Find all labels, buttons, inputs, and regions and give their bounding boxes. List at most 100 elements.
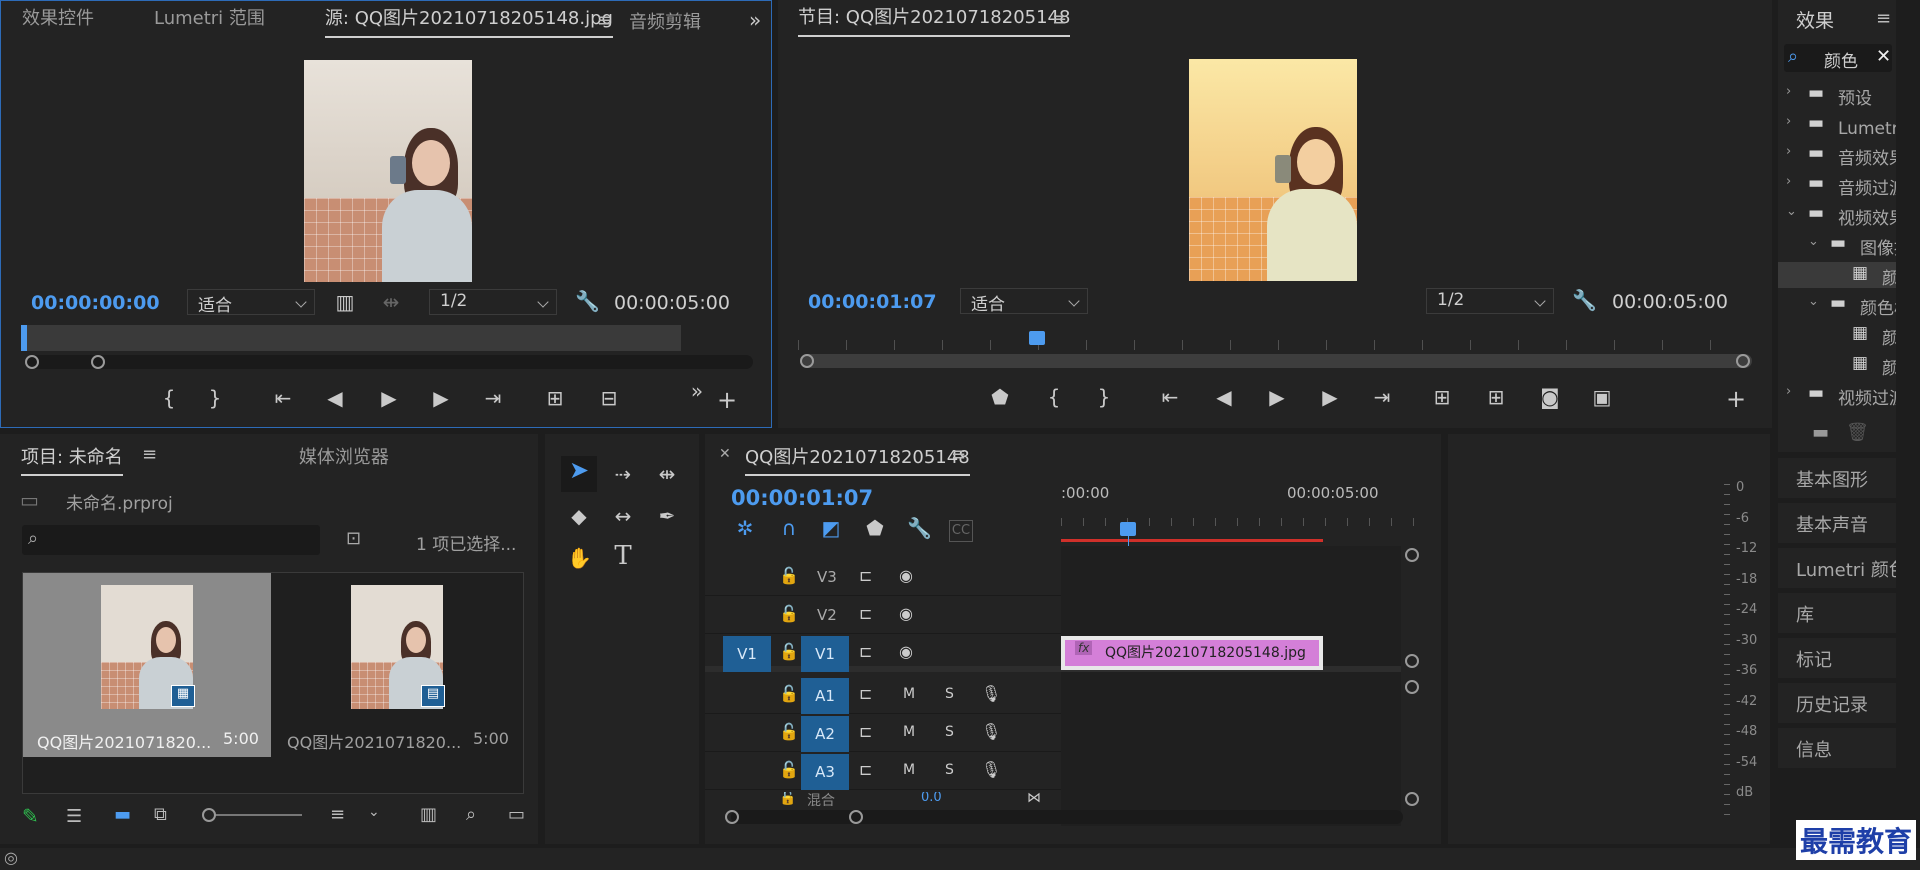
- program-zoom-select[interactable]: 适合: [960, 288, 1088, 315]
- program-time-ruler[interactable]: [798, 330, 1756, 350]
- lock-icon[interactable]: 🔓: [779, 566, 799, 585]
- source-playhead[interactable]: [21, 325, 27, 351]
- captions-icon[interactable]: CC: [949, 520, 973, 542]
- source-patch-v1[interactable]: V1: [723, 636, 771, 672]
- track-target-a3[interactable]: A3: [801, 754, 849, 790]
- delete-icon[interactable]: 🗑: [1846, 422, 1869, 443]
- thumbnail-size-slider[interactable]: [210, 814, 302, 816]
- button-editor-plus-icon[interactable]: +: [715, 388, 739, 412]
- pen-tool-icon[interactable]: ✒: [655, 506, 679, 526]
- comparison-view-icon[interactable]: ▣: [1590, 387, 1614, 407]
- chevron-right-icon[interactable]: ›: [1786, 84, 1791, 99]
- program-zoom-scrollbar[interactable]: [802, 354, 1752, 368]
- source-settings-wrench-icon[interactable]: 🔧: [575, 291, 600, 311]
- go-to-out-icon[interactable]: ⇥: [481, 388, 505, 408]
- mark-in-icon[interactable]: {: [157, 388, 181, 408]
- tab-project[interactable]: 项目: 未命名: [21, 447, 123, 472]
- linked-selection-icon[interactable]: ◩: [819, 518, 843, 538]
- tab-lumetri-scopes[interactable]: Lumetri 范围: [154, 4, 265, 34]
- lock-icon[interactable]: 🔓: [779, 604, 799, 623]
- program-resolution-select[interactable]: 1/2: [1426, 288, 1554, 314]
- find-icon[interactable]: ⌕: [466, 804, 476, 825]
- play-icon[interactable]: ▶: [377, 388, 401, 408]
- effects-tree-item[interactable]: ▦ 颜色: [1778, 352, 1896, 378]
- timeline-settings-wrench-icon[interactable]: 🔧: [907, 518, 932, 538]
- sort-dropdown-icon[interactable]: ⌄: [368, 804, 380, 820]
- add-marker-timeline-icon[interactable]: ⬟: [863, 518, 887, 538]
- razor-tool-icon[interactable]: ◆: [567, 506, 591, 526]
- sync-lock-icon[interactable]: ⊏: [859, 642, 872, 661]
- effects-tree-item[interactable]: ⌄ ▬ 图像控制: [1778, 232, 1896, 258]
- export-frame-icon[interactable]: ▥: [333, 292, 357, 312]
- tab-sequence[interactable]: QQ图片20210718205148: [745, 447, 970, 472]
- solo-button[interactable]: S: [945, 762, 954, 778]
- mark-out-icon[interactable]: }: [203, 388, 227, 408]
- sync-lock-icon[interactable]: ⊏: [859, 604, 872, 623]
- audio-scroll-handle-bottom[interactable]: [1405, 792, 1419, 806]
- source-time-ruler[interactable]: [21, 325, 681, 351]
- source-zoom-scrollbar[interactable]: [27, 355, 753, 369]
- mute-button[interactable]: M: [903, 724, 915, 740]
- program-go-to-in-icon[interactable]: ⇤: [1158, 387, 1182, 407]
- project-item[interactable]: ▦ QQ图片2021071820... 5:00: [23, 573, 271, 757]
- eye-icon[interactable]: ◉: [899, 566, 913, 585]
- timeline-ruler[interactable]: :00:00 00:00:05:00: [1061, 484, 1417, 526]
- icon-view-icon[interactable]: ▬: [114, 804, 131, 825]
- step-back-icon[interactable]: ◀: [323, 388, 347, 408]
- creative-cloud-icon[interactable]: ◎: [4, 848, 18, 867]
- source-current-timecode[interactable]: 00:00:00:00: [31, 292, 160, 314]
- track-select-tool-icon[interactable]: ⇢: [611, 464, 635, 484]
- audio-scroll-handle-top[interactable]: [1405, 680, 1419, 694]
- step-forward-icon[interactable]: ▶: [429, 388, 453, 408]
- panel-lumetri-color[interactable]: Lumetri 颜色: [1778, 548, 1896, 588]
- panel-essential-graphics[interactable]: 基本图形: [1778, 458, 1896, 498]
- chevron-right-icon[interactable]: ›: [1786, 144, 1791, 159]
- type-tool-icon[interactable]: T: [611, 543, 635, 569]
- effects-tree-item[interactable]: › ▬ 音频效果: [1778, 142, 1896, 168]
- microphone-icon[interactable]: 🎙: [981, 684, 1001, 703]
- new-bin-icon[interactable]: ▬: [1812, 422, 1829, 443]
- source-zoom-select[interactable]: 适合: [187, 289, 315, 316]
- write-protect-pencil-icon[interactable]: ✎: [22, 804, 39, 828]
- panel-markers[interactable]: 标记: [1778, 638, 1896, 678]
- slip-tool-icon[interactable]: ↔: [611, 506, 635, 526]
- new-bin-folder-icon[interactable]: ▭: [508, 804, 525, 825]
- extract-icon[interactable]: ⊞: [1484, 387, 1508, 407]
- sync-lock-icon[interactable]: ⊏: [859, 684, 872, 703]
- video-scroll-handle-top[interactable]: [1405, 548, 1419, 562]
- lift-icon[interactable]: ⊞: [1430, 387, 1454, 407]
- program-mark-out-icon[interactable]: }: [1092, 387, 1116, 407]
- list-view-icon[interactable]: ☰: [66, 806, 82, 827]
- sequence-menu-icon[interactable]: ≡: [951, 444, 966, 465]
- effects-tree-item[interactable]: ⌄ ▬ 颜色校正: [1778, 292, 1896, 318]
- close-sequence-icon[interactable]: ✕: [719, 446, 731, 462]
- tab-audio-clip-mixer[interactable]: 音频剪辑: [629, 8, 715, 38]
- source-menu-icon[interactable]: ≡: [597, 10, 612, 31]
- lock-icon[interactable]: 🔓: [779, 792, 796, 806]
- more-panels-icon[interactable]: »: [749, 8, 761, 32]
- automate-to-sequence-icon[interactable]: ▥: [420, 804, 437, 825]
- sync-lock-icon[interactable]: ⊏: [859, 760, 872, 779]
- effects-menu-icon[interactable]: ≡: [1876, 8, 1891, 29]
- find-in-project-icon[interactable]: ⊡: [346, 528, 361, 549]
- panel-libraries[interactable]: 库: [1778, 593, 1896, 633]
- timeline-scroll-handle-left[interactable]: [725, 810, 739, 824]
- go-to-in-icon[interactable]: ⇤: [271, 388, 295, 408]
- project-menu-icon[interactable]: ≡: [142, 444, 157, 465]
- chevron-down-icon[interactable]: ⌄: [1808, 294, 1819, 309]
- ripple-edit-tool-icon[interactable]: ⇹: [655, 464, 679, 484]
- lock-icon[interactable]: 🔓: [779, 722, 799, 741]
- program-step-back-icon[interactable]: ◀: [1212, 387, 1236, 407]
- program-mark-in-icon[interactable]: {: [1042, 387, 1066, 407]
- mute-button[interactable]: M: [903, 686, 915, 702]
- lock-icon[interactable]: 🔓: [779, 760, 799, 779]
- track-target-a1[interactable]: A1: [801, 678, 849, 714]
- effects-search-field[interactable]: ⌕ 颜色 ✕: [1784, 44, 1892, 72]
- effects-title[interactable]: 效果: [1796, 6, 1834, 33]
- tab-program[interactable]: 节目: QQ图片20210718205148: [798, 3, 1071, 37]
- chevron-down-icon[interactable]: ⌄: [1808, 234, 1819, 249]
- microphone-icon[interactable]: 🎙: [981, 760, 1001, 779]
- export-frame-camera-icon[interactable]: ◙: [1538, 387, 1562, 407]
- work-area-bar[interactable]: [1061, 539, 1323, 542]
- program-button-editor-plus-icon[interactable]: +: [1724, 387, 1748, 411]
